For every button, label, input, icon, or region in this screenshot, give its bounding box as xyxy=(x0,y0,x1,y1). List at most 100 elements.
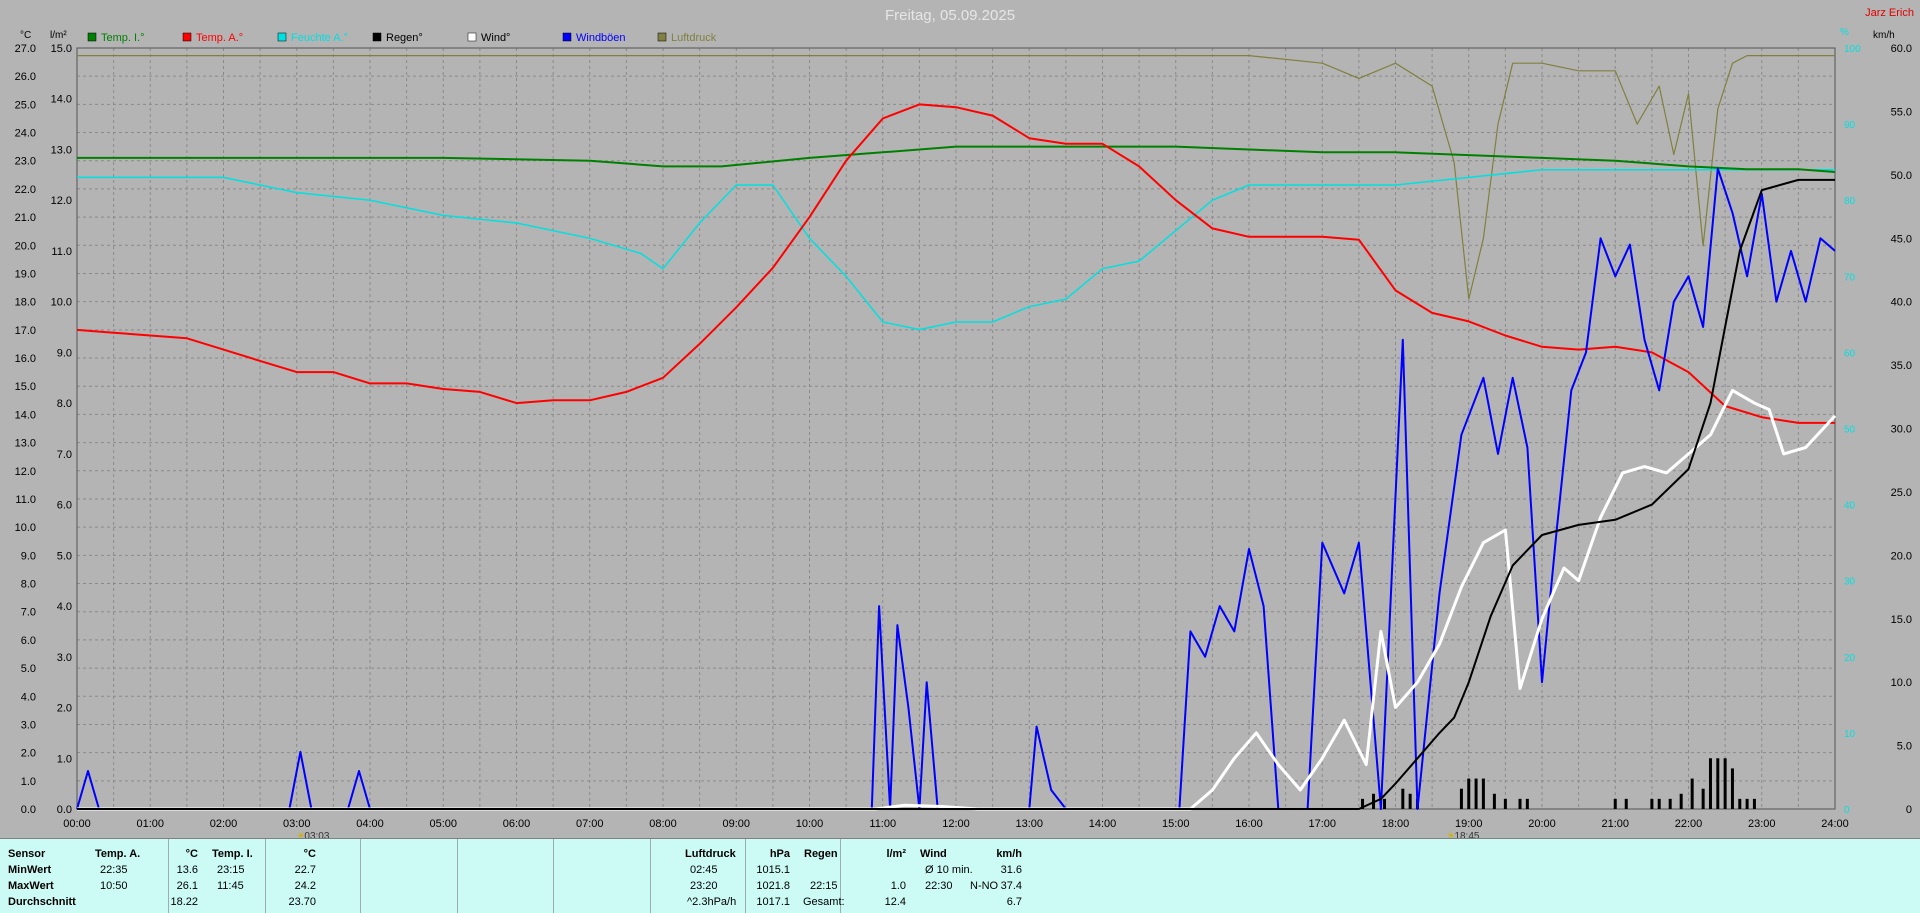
time-tick-label: 10:00 xyxy=(796,818,824,830)
temp-tick-label: 21.0 xyxy=(15,212,36,224)
wind-avg10-value: 31.6 xyxy=(1000,864,1022,876)
temp-tick-label: 23.0 xyxy=(15,156,36,168)
temp-tick-label: 7.0 xyxy=(21,607,36,619)
rain-bar xyxy=(1745,798,1749,809)
temp-tick-label: 9.0 xyxy=(21,550,36,562)
humidity-tick-label: 70 xyxy=(1844,272,1856,283)
rain-header: Regen xyxy=(804,848,838,860)
humidity-tick-label: 100 xyxy=(1844,44,1861,55)
rain-bar xyxy=(1657,798,1661,809)
time-tick-label: 17:00 xyxy=(1308,818,1336,830)
humidity-tick-label: 90 xyxy=(1844,120,1856,131)
rain-tick-label: 6.0 xyxy=(57,500,72,512)
temp-tick-label: 18.0 xyxy=(15,297,36,309)
wind-unit: km/h xyxy=(996,848,1022,860)
wind-tick-label: 15.0 xyxy=(1891,614,1912,626)
wind-tick-label: 60.0 xyxy=(1891,43,1912,55)
temp-i-unit: °C xyxy=(303,848,316,860)
rain-tick-label: 8.0 xyxy=(57,398,72,410)
rain-bar xyxy=(1525,798,1529,809)
temp-tick-label: 1.0 xyxy=(21,776,36,788)
rain-tick-label: 14.0 xyxy=(51,94,72,106)
rain-total-label: Gesamt: xyxy=(803,896,845,908)
legend-label: Regen° xyxy=(386,32,423,44)
pressure-trend-value: 1017.1 xyxy=(756,896,790,908)
temp-tick-label: 19.0 xyxy=(15,268,36,280)
rain-tick-label: 9.0 xyxy=(57,347,72,359)
rain-bar xyxy=(1730,768,1734,809)
rain-tick-label: 10.0 xyxy=(51,297,72,309)
time-tick-label: 01:00 xyxy=(136,818,164,830)
legend-swatch xyxy=(277,32,287,42)
temp-a-max-value: 26.1 xyxy=(176,880,198,892)
time-tick-label: 05:00 xyxy=(429,818,457,830)
rain-bar xyxy=(1474,778,1478,809)
humidity-tick-label: 20 xyxy=(1844,653,1856,664)
rain-tick-label: 1.0 xyxy=(57,753,72,765)
temp-i-max-value: 24.2 xyxy=(294,880,316,892)
time-tick-label: 22:00 xyxy=(1675,818,1703,830)
rain-bar xyxy=(1690,778,1694,809)
temp-tick-label: 13.0 xyxy=(15,438,36,450)
pressure-max-value: 1021.8 xyxy=(756,880,790,892)
legend-label: Temp. A.° xyxy=(196,32,243,44)
time-tick-label: 24:00 xyxy=(1821,818,1849,830)
wind-tick-label: 55.0 xyxy=(1891,106,1912,118)
rain-max-value: 1.0 xyxy=(890,880,906,892)
legend-swatch xyxy=(657,32,667,42)
stats-row-max: MaxWert xyxy=(8,880,54,892)
time-tick-label: 20:00 xyxy=(1528,818,1556,830)
rain-tick-label: 11.0 xyxy=(51,246,72,258)
rain-bar xyxy=(1503,798,1507,809)
time-tick-label: 19:00 xyxy=(1455,818,1483,830)
humidity-tick-label: 80 xyxy=(1844,196,1856,207)
temp-tick-label: 3.0 xyxy=(21,719,36,731)
legend-swatch xyxy=(87,32,97,42)
time-tick-label: 02:00 xyxy=(210,818,238,830)
time-tick-label: 16:00 xyxy=(1235,818,1263,830)
humidity-tick-label: 50 xyxy=(1844,425,1856,436)
rain-tick-label: 3.0 xyxy=(57,652,72,664)
rain-bar xyxy=(1752,798,1756,809)
temp-tick-label: 11.0 xyxy=(15,494,36,506)
rain-total-value: 12.4 xyxy=(884,896,906,908)
stats-row-min: MinWert xyxy=(8,864,52,876)
temp-tick-label: 16.0 xyxy=(15,353,36,365)
humidity-tick-label: 60 xyxy=(1844,348,1856,359)
rain-bar xyxy=(1459,788,1463,809)
rain-tick-label: 15.0 xyxy=(51,43,72,55)
rain-bar xyxy=(1679,793,1683,809)
temp-tick-label: 12.0 xyxy=(15,466,36,478)
rain-bar xyxy=(1723,758,1727,809)
wind-avg10-label: Ø 10 min. xyxy=(925,864,973,876)
legend-label: Luftdruck xyxy=(671,32,717,44)
legend-label: Feuchte A.° xyxy=(291,32,348,44)
time-tick-label: 11:00 xyxy=(869,818,896,830)
time-tick-label: 14:00 xyxy=(1089,818,1117,830)
time-tick-label: 21:00 xyxy=(1601,818,1629,830)
temp-a-max-time: 10:50 xyxy=(100,880,128,892)
sun-marker-time: 03:03 xyxy=(304,831,329,838)
rain-bar xyxy=(1467,778,1471,809)
chart-title: Freitag, 05.09.2025 xyxy=(885,7,1015,24)
chart-author: Jarz Erich xyxy=(1865,7,1914,19)
wind-tick-label: 25.0 xyxy=(1891,487,1912,499)
temp-tick-label: 14.0 xyxy=(15,409,36,421)
legend-label: Wind° xyxy=(481,32,510,44)
time-tick-label: 03:00 xyxy=(283,818,311,830)
temp-tick-label: 24.0 xyxy=(15,128,36,140)
time-tick-label: 23:00 xyxy=(1748,818,1776,830)
weather-chart-area: Freitag, 05.09.2025 Jarz Erich °C l/m² km/h%… xyxy=(0,0,1920,838)
rain-bar xyxy=(1492,793,1496,809)
rain-bar xyxy=(1738,798,1742,809)
temp-tick-label: 22.0 xyxy=(15,184,36,196)
rain-tick-label: 0.0 xyxy=(57,804,72,816)
temp-tick-label: 8.0 xyxy=(21,579,36,591)
time-tick-label: 15:00 xyxy=(1162,818,1190,830)
temp-a-header: Temp. A. xyxy=(95,848,141,860)
wind-tick-label: 50.0 xyxy=(1891,170,1912,182)
temp-i-min-time: 23:15 xyxy=(217,864,245,876)
legend-swatch xyxy=(372,32,382,42)
rain-bar xyxy=(1624,798,1628,809)
time-tick-label: 06:00 xyxy=(503,818,531,830)
